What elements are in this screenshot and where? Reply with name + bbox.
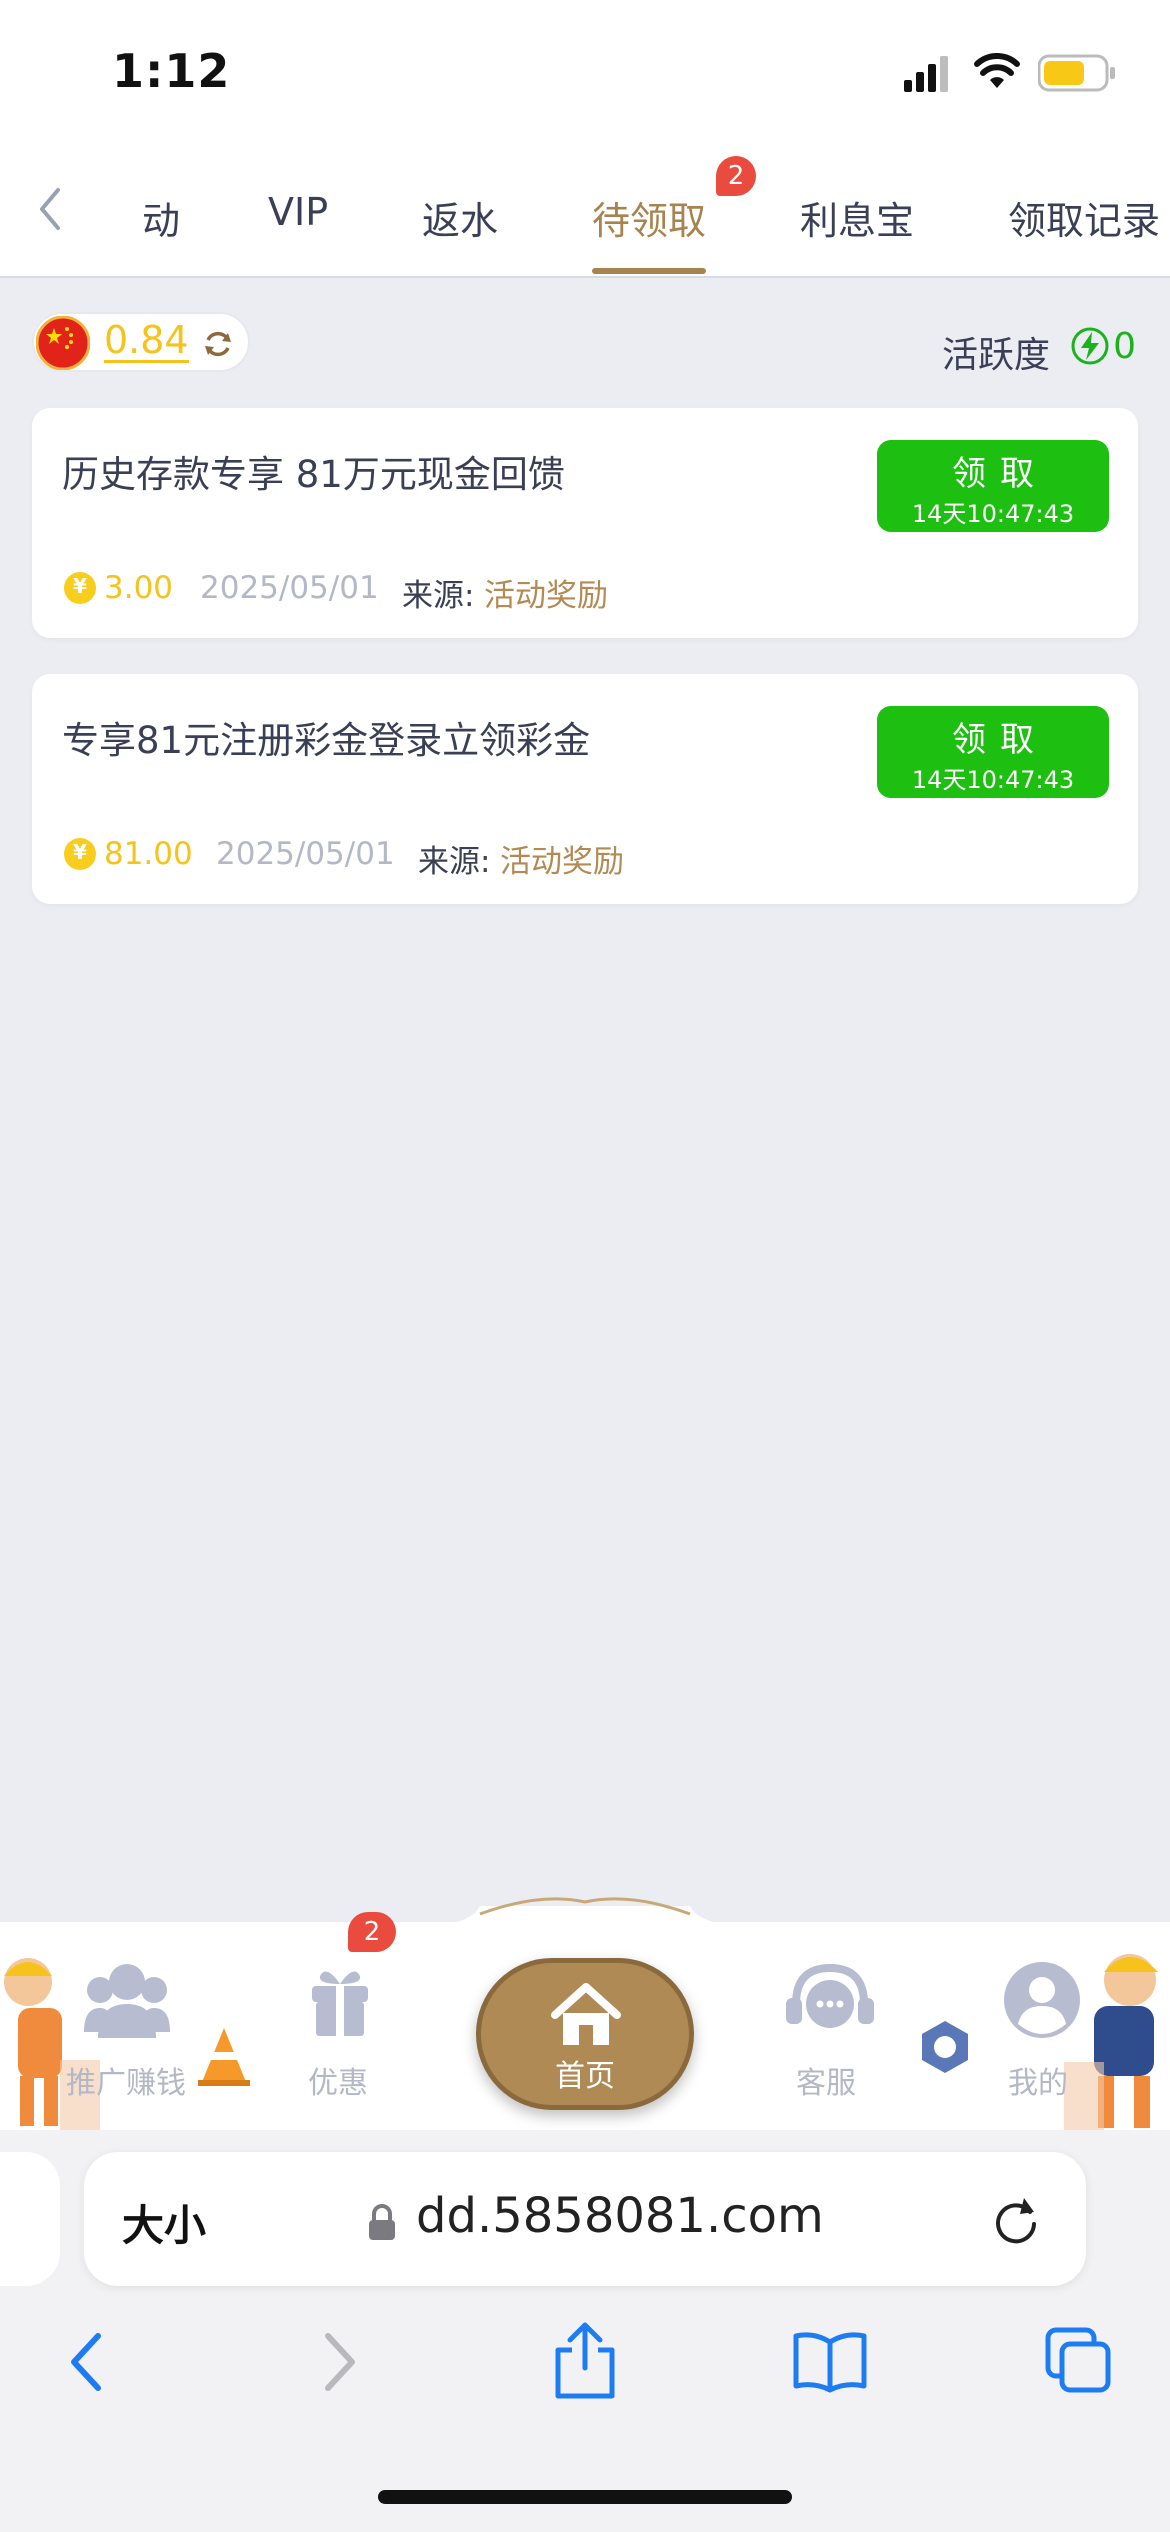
- hex-nut-icon: [922, 2021, 968, 2073]
- reward-source-value: 活动奖励: [500, 844, 624, 880]
- lock-icon: [369, 2204, 395, 2240]
- activity-value: 0: [1113, 326, 1136, 367]
- nav-promote-label: 推广赚钱: [66, 2066, 186, 2101]
- balance-pill: 0.84: [32, 312, 250, 372]
- reward-source-label: 来源:: [418, 844, 491, 880]
- reward-amount: 3.00: [104, 570, 174, 606]
- reward-source-value: 活动奖励: [484, 578, 608, 614]
- reward-source-label: 来源:: [402, 578, 475, 614]
- tab-vip[interactable]: VIP: [268, 190, 328, 234]
- share-icon[interactable]: [550, 2320, 620, 2400]
- activity-label: 活跃度: [941, 335, 1050, 376]
- reward-title: 专享81元注册彩金登录立领彩金: [62, 719, 591, 762]
- tab-interest[interactable]: 利息宝: [800, 190, 914, 245]
- tab-activity-label: 动: [141, 199, 180, 240]
- wifi-icon: [974, 53, 1020, 88]
- claim-label: 领取: [952, 454, 1048, 494]
- nav-offers-label: 优惠: [308, 2066, 368, 2101]
- traffic-cone-icon: [198, 2028, 250, 2086]
- coin-icon: ¥: [64, 572, 96, 604]
- url-text[interactable]: dd.5858081.com: [416, 2188, 824, 2244]
- battery-icon: [1038, 54, 1115, 92]
- previous-tab-preview[interactable]: [0, 2152, 60, 2286]
- reload-icon[interactable]: [990, 2194, 1042, 2246]
- forward-arrow-icon[interactable]: [318, 2330, 362, 2394]
- nav-customer-service[interactable]: 客服: [782, 1922, 882, 2130]
- claim-label: 领取: [952, 720, 1048, 760]
- home-indicator: [378, 2490, 792, 2504]
- user-avatar-icon: [1004, 1962, 1080, 2038]
- reward-card: 专享81元注册彩金登录立领彩金 领取 14天10:47:43 ¥ 81.00 2…: [32, 674, 1138, 904]
- reward-amount: 81.00: [104, 836, 193, 872]
- reward-title: 历史存款专享 81万元现金回馈: [62, 453, 565, 496]
- reward-date: 2025/05/01: [200, 570, 379, 606]
- tab-bar: 动 VIP 返水 待领取 2 利息宝 领取记录: [0, 150, 1170, 278]
- nav-promote[interactable]: 推广赚钱: [62, 1922, 192, 2130]
- tab-pending-badge: 2: [716, 156, 756, 196]
- tab-rebate[interactable]: 返水: [422, 190, 498, 245]
- home-label: 首页: [555, 2059, 615, 2094]
- reward-date: 2025/05/01: [216, 836, 395, 872]
- claim-button[interactable]: 领取 14天10:47:43: [877, 440, 1109, 532]
- nav-customer-service-label: 客服: [796, 2066, 856, 2101]
- status-bar: 1:12: [0, 0, 1170, 150]
- balance-value: 0.84: [104, 318, 189, 363]
- china-flag-icon: [36, 316, 90, 370]
- status-time: 1:12: [112, 44, 231, 98]
- claim-button[interactable]: 领取 14天10:47:43: [877, 706, 1109, 798]
- coin-icon: ¥: [64, 838, 96, 870]
- refresh-icon[interactable]: [202, 328, 234, 360]
- claim-countdown: 14天10:47:43: [911, 766, 1075, 794]
- nav-mine-label: 我的: [1008, 2066, 1068, 2101]
- tab-claim-records[interactable]: 领取记录: [1008, 190, 1160, 245]
- tabs-icon[interactable]: [1044, 2326, 1114, 2396]
- nav-offers[interactable]: 优惠: [290, 1922, 390, 2130]
- home-icon: [551, 1983, 621, 2045]
- tab-active-indicator: [592, 268, 706, 274]
- tab-activity[interactable]: 动: [124, 190, 180, 240]
- reward-card: 历史存款专享 81万元现金回馈 领取 14天10:47:43 ¥ 3.00 20…: [32, 408, 1138, 638]
- nav-offers-badge: 2: [348, 1912, 396, 1952]
- text-size-button[interactable]: 大小: [122, 2192, 206, 2253]
- gift-icon: [312, 1971, 368, 2036]
- users-group-icon: [84, 1964, 170, 2038]
- bookmarks-icon[interactable]: [792, 2330, 868, 2394]
- back-chevron-icon[interactable]: [34, 184, 64, 234]
- home-button[interactable]: 首页: [476, 1958, 694, 2110]
- nav-mine[interactable]: 我的: [994, 1922, 1094, 2130]
- back-arrow-icon[interactable]: [64, 2330, 108, 2394]
- tab-pending-claim[interactable]: 待领取: [592, 190, 706, 245]
- headset-chat-icon: [786, 1963, 874, 2028]
- claim-countdown: 14天10:47:43: [911, 500, 1075, 528]
- lightning-icon: [1071, 327, 1109, 365]
- cellular-signal-icon: [904, 56, 948, 92]
